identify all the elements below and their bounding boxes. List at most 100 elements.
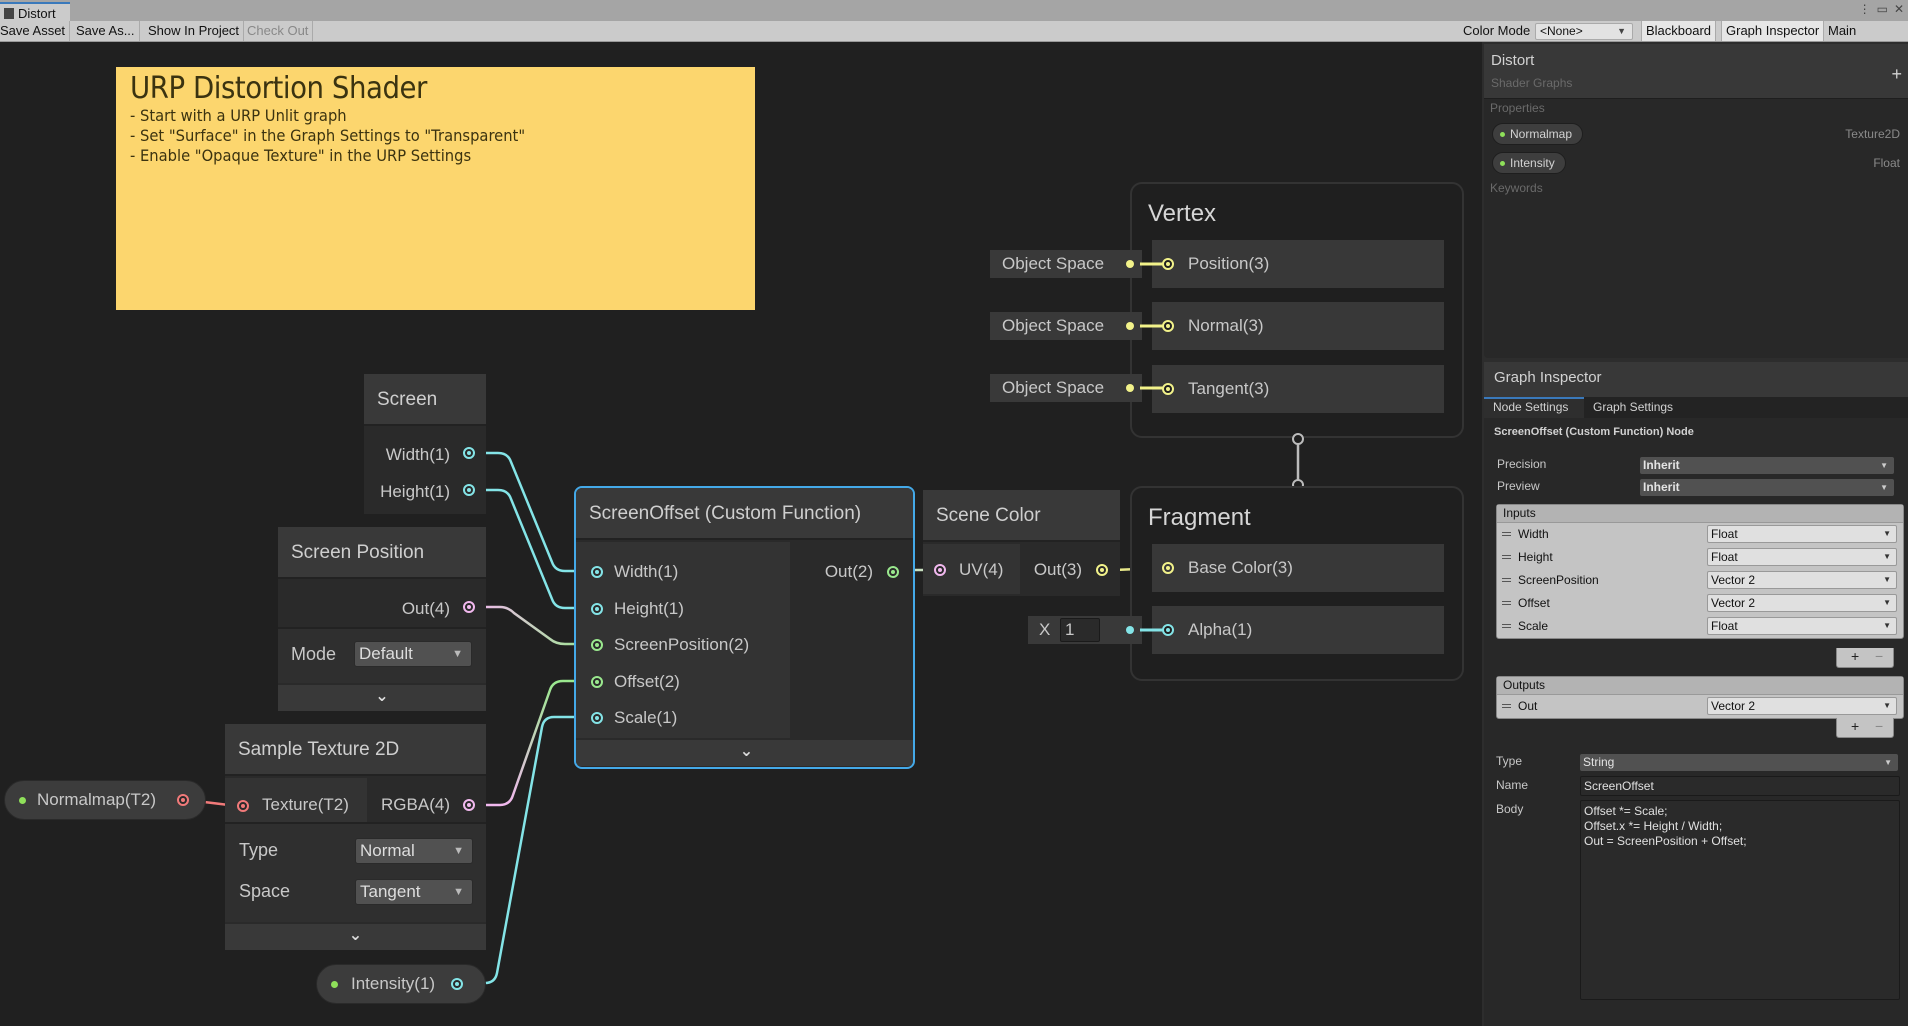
drag-handle-icon[interactable] xyxy=(1502,532,1511,536)
rgba-output-port[interactable] xyxy=(463,799,475,811)
window-tab-distort[interactable]: Distort xyxy=(0,2,70,21)
screen-offset-custom-function-node[interactable]: ScreenOffset (Custom Function) Width(1) … xyxy=(574,486,915,769)
input-row[interactable]: Offset Vector 2 ▼ xyxy=(1497,592,1903,615)
function-type-dropdown[interactable]: String ▼ xyxy=(1580,754,1898,771)
normalmap-output-port[interactable] xyxy=(177,794,189,806)
close-icon[interactable]: ✕ xyxy=(1894,2,1904,16)
main-preview-toggle[interactable]: Main Preview xyxy=(1823,21,1908,58)
collapse-preview-button[interactable]: ⌄ xyxy=(576,740,913,766)
screen-height-port[interactable] xyxy=(463,484,475,496)
space-dropdown[interactable]: Tangent ▼ xyxy=(355,879,473,905)
scene-color-node[interactable]: Scene Color UV(4) Out(3) xyxy=(923,490,1120,596)
input-row[interactable]: ScreenPosition Vector 2 ▼ xyxy=(1497,569,1903,592)
vertex-position-block[interactable]: Position(3) xyxy=(1152,240,1444,288)
drag-handle-icon[interactable] xyxy=(1502,704,1511,708)
sample-texture-2d-node[interactable]: Sample Texture 2D Texture(T2) RGBA(4) Ty… xyxy=(225,724,486,950)
position-space-input[interactable]: Object Space xyxy=(990,250,1142,278)
base-color-block-label: Base Color(3) xyxy=(1188,558,1293,577)
tab-node-settings[interactable]: Node Settings xyxy=(1484,397,1584,418)
maximize-icon[interactable]: ▭ xyxy=(1877,2,1888,16)
show-in-project-button[interactable]: Show In Project xyxy=(144,21,245,41)
intensity-output-port[interactable] xyxy=(451,978,463,990)
collapse-preview-button[interactable]: ⌄ xyxy=(278,685,486,711)
width-input-port[interactable] xyxy=(591,566,603,578)
height-input-port[interactable] xyxy=(591,603,603,615)
add-output-button[interactable]: + xyxy=(1851,718,1859,734)
function-name-input[interactable]: ScreenOffset xyxy=(1580,776,1900,796)
offset-input-port[interactable] xyxy=(591,676,603,688)
scene-color-out-port[interactable] xyxy=(1096,564,1108,576)
vertex-normal-block[interactable]: Normal(3) xyxy=(1152,302,1444,350)
input-type-dropdown[interactable]: Float ▼ xyxy=(1707,548,1897,566)
space-label: Space xyxy=(239,881,291,901)
tangent-space-input[interactable]: Object Space xyxy=(990,374,1142,402)
texture-input-label: Texture(T2) xyxy=(262,795,349,814)
scale-input-port[interactable] xyxy=(591,712,603,724)
screen-width-port[interactable] xyxy=(463,447,475,459)
tab-graph-settings[interactable]: Graph Settings xyxy=(1584,397,1682,418)
fragment-context[interactable]: Fragment Base Color(3) Alpha(1) xyxy=(1130,486,1464,681)
output-name: Out xyxy=(1518,699,1538,713)
normal-space-input[interactable]: Object Space xyxy=(990,312,1142,340)
input-row[interactable]: Height Float ▼ xyxy=(1497,546,1903,569)
drag-handle-icon[interactable] xyxy=(1502,624,1511,628)
base-color-input-port[interactable] xyxy=(1162,562,1174,574)
add-input-button[interactable]: + xyxy=(1851,648,1859,664)
type-label: Type xyxy=(239,840,279,860)
input-type-value: Float xyxy=(1711,619,1738,633)
color-mode-select[interactable]: <None> ▼ xyxy=(1535,23,1633,40)
check-out-button[interactable]: Check Out xyxy=(243,21,314,41)
normal-space-label: Object Space xyxy=(1002,316,1105,335)
precision-dropdown[interactable]: Inherit ▼ xyxy=(1640,457,1894,474)
graph-inspector-toggle[interactable]: Graph Inspector xyxy=(1721,21,1825,41)
fragment-alpha-block[interactable]: Alpha(1) xyxy=(1152,606,1444,654)
remove-output-button[interactable]: − xyxy=(1875,718,1883,734)
normalmap-property-node[interactable]: Normalmap(T2) xyxy=(4,780,206,820)
vertex-tangent-block[interactable]: Tangent(3) xyxy=(1152,365,1444,413)
sticky-note[interactable]: URP Distortion Shader - Start with a URP… xyxy=(116,67,755,310)
save-asset-button[interactable]: Save Asset xyxy=(0,21,71,41)
remove-input-button[interactable]: − xyxy=(1875,648,1883,664)
blackboard-property-normalmap[interactable]: Normalmap xyxy=(1492,123,1584,145)
input-row[interactable]: Width Float ▼ xyxy=(1497,523,1903,546)
intensity-property-node[interactable]: Intensity(1) xyxy=(316,964,486,1004)
input-type-dropdown[interactable]: Float ▼ xyxy=(1707,617,1897,635)
collapse-preview-button[interactable]: ⌄ xyxy=(225,924,486,950)
blackboard-toggle[interactable]: Blackboard xyxy=(1641,21,1717,41)
input-type-dropdown[interactable]: Vector 2 ▼ xyxy=(1707,571,1897,589)
vertex-context[interactable]: Vertex Position(3) Normal(3) Tangent(3) xyxy=(1130,182,1464,438)
alpha-value-field[interactable]: 1 xyxy=(1060,618,1100,642)
out-output-port[interactable] xyxy=(887,566,899,578)
blackboard-property-intensity[interactable]: Intensity xyxy=(1492,152,1566,174)
function-body-textarea[interactable]: Offset *= Scale; Offset.x *= Height / Wi… xyxy=(1580,800,1900,1000)
alpha-value-input[interactable]: X 1 xyxy=(1028,616,1142,644)
inline-port-dot xyxy=(1126,384,1134,392)
preview-dropdown[interactable]: Inherit ▼ xyxy=(1640,479,1894,496)
screen-position-node[interactable]: Screen Position Out(4) Mode Default ▼ ⌄ xyxy=(278,527,486,711)
exposed-dot-icon xyxy=(331,981,338,988)
input-type-value: Vector 2 xyxy=(1711,573,1756,587)
drag-handle-icon[interactable] xyxy=(1502,555,1511,559)
screen-position-out-port[interactable] xyxy=(463,601,475,613)
input-row[interactable]: Scale Float ▼ xyxy=(1497,615,1903,638)
normalmap-property-label: Normalmap(T2) xyxy=(37,790,157,809)
input-type-dropdown[interactable]: Float ▼ xyxy=(1707,525,1897,543)
output-row[interactable]: Out Vector 2 ▼ xyxy=(1497,695,1903,718)
fragment-base-color-block[interactable]: Base Color(3) xyxy=(1152,544,1444,592)
mode-dropdown[interactable]: Default ▼ xyxy=(354,641,472,667)
screen-node[interactable]: Screen Width(1) Height(1) xyxy=(364,374,486,514)
add-property-icon[interactable]: + xyxy=(1891,64,1902,85)
drag-handle-icon[interactable] xyxy=(1502,601,1511,605)
input-type-dropdown[interactable]: Vector 2 ▼ xyxy=(1707,594,1897,612)
screen-position-input-port[interactable] xyxy=(591,639,603,651)
function-type-value: String xyxy=(1583,755,1615,769)
more-options-icon[interactable]: ⋮ xyxy=(1859,2,1871,16)
scale-input-label: Scale(1) xyxy=(614,708,678,727)
output-type-dropdown[interactable]: Vector 2 ▼ xyxy=(1707,697,1897,715)
type-dropdown[interactable]: Normal ▼ xyxy=(355,838,473,864)
save-as-button[interactable]: Save As... xyxy=(72,21,140,41)
texture-input-port[interactable] xyxy=(237,800,249,812)
uv-input-port[interactable] xyxy=(934,564,946,576)
chevron-down-icon: ▼ xyxy=(1883,575,1891,584)
drag-handle-icon[interactable] xyxy=(1502,578,1511,582)
